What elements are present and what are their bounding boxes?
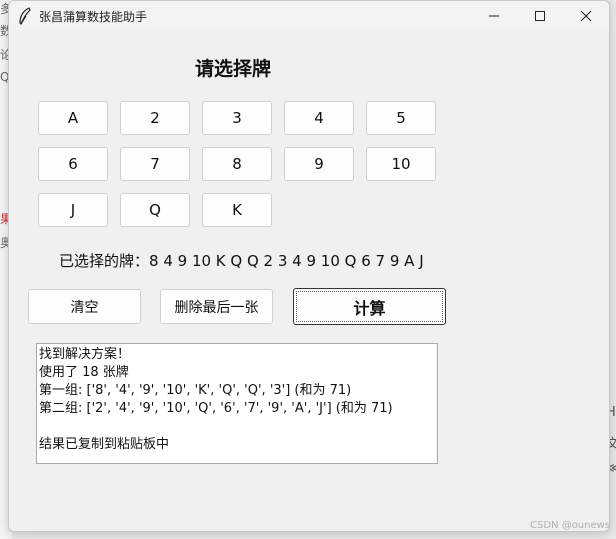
card-button-2[interactable]: 2 [120, 101, 190, 135]
feather-icon [19, 7, 31, 25]
page-title: 请选择牌 [195, 58, 272, 80]
card-button-10[interactable]: 10 [366, 147, 436, 181]
watermark: CSDN @ounews [530, 520, 611, 531]
result-line: 结果已复制到粘贴板中 [39, 437, 170, 452]
card-button-k[interactable]: K [202, 193, 272, 227]
delete-last-button[interactable]: 删除最后一张 [160, 289, 273, 324]
maximize-button[interactable] [517, 1, 563, 31]
maximize-icon [535, 11, 545, 21]
title-bar[interactable]: 张昌蒲算数技能助手 [9, 1, 609, 31]
result-line: 第一组: ['8', '4', '9', '10', 'K', 'Q', 'Q'… [39, 383, 352, 398]
card-button-4[interactable]: 4 [284, 101, 354, 135]
minimize-button[interactable] [471, 1, 517, 31]
close-button[interactable] [563, 1, 609, 31]
calculate-button[interactable]: 计算 [293, 288, 446, 325]
result-line: 使用了 18 张牌 [39, 365, 129, 380]
card-button-a[interactable]: A [38, 101, 108, 135]
card-button-6[interactable]: 6 [38, 147, 108, 181]
card-button-8[interactable]: 8 [202, 147, 272, 181]
window-title: 张昌蒲算数技能助手 [39, 10, 148, 24]
card-button-7[interactable]: 7 [120, 147, 190, 181]
card-button-9[interactable]: 9 [284, 147, 354, 181]
card-button-j[interactable]: J [38, 193, 108, 227]
result-output[interactable]: 找到解决方案！ 使用了 18 张牌 第一组: ['8', '4', '9', '… [36, 343, 438, 464]
selected-cards-value: 8 4 9 10 K Q Q 2 3 4 9 10 Q 6 7 9 A J [149, 252, 424, 270]
card-button-5[interactable]: 5 [366, 101, 436, 135]
close-icon [580, 10, 592, 22]
minimize-icon [489, 15, 499, 17]
card-button-3[interactable]: 3 [202, 101, 272, 135]
selected-cards-label: 已选择的牌： [59, 252, 150, 270]
selected-cards-display: 已选择的牌：8 4 9 10 K Q Q 2 3 4 9 10 Q 6 7 9 … [59, 250, 424, 271]
result-line: 第二组: ['2', '4', '9', '10', 'Q', '6', '7'… [39, 401, 393, 416]
result-line: 找到解决方案！ [39, 347, 131, 362]
card-button-q[interactable]: Q [120, 193, 190, 227]
clear-button[interactable]: 清空 [28, 289, 141, 324]
result-line [39, 418, 435, 436]
app-window: 张昌蒲算数技能助手 请选择牌 A 2 3 4 5 6 7 8 9 10 J Q … [8, 0, 610, 532]
